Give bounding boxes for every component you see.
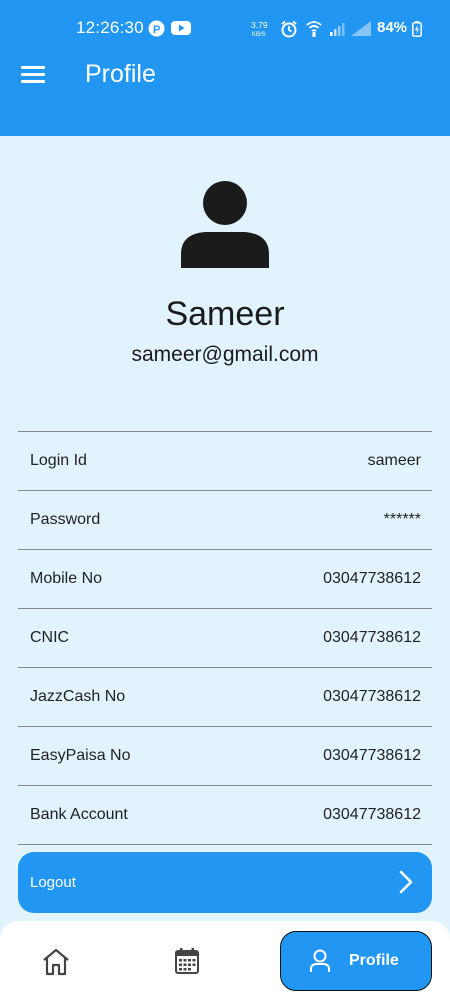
profile-details-list: Login Id sameer Password ****** Mobile N… <box>18 431 432 845</box>
person-icon <box>310 949 330 972</box>
net-speed-unit: KB/S <box>252 32 266 38</box>
svg-text:P: P <box>153 24 160 36</box>
detail-value: ****** <box>383 511 421 528</box>
menu-icon[interactable] <box>21 66 45 86</box>
user-name: Sameer <box>165 295 285 333</box>
bottom-navigation: Profile <box>0 921 450 1000</box>
detail-row-cnic: CNIC 03047738612 <box>18 609 432 668</box>
wifi-icon <box>306 21 322 37</box>
detail-value: 03047738612 <box>323 688 421 705</box>
detail-label: Bank Account <box>30 806 128 823</box>
detail-row-login-id: Login Id sameer <box>18 432 432 491</box>
detail-label: EasyPaisa No <box>30 747 131 764</box>
detail-row-jazzcash: JazzCash No 03047738612 <box>18 668 432 727</box>
detail-label: Password <box>30 511 101 528</box>
home-icon[interactable] <box>41 947 71 977</box>
nav-profile-tab[interactable]: Profile <box>280 931 432 991</box>
net-speed: 3.79 KB/S <box>251 20 268 38</box>
app-notification-icon: P <box>148 20 165 37</box>
detail-value: 03047738612 <box>323 747 421 764</box>
page-title: Profile <box>85 60 156 88</box>
battery-percent: 84% <box>377 19 408 36</box>
detail-row-mobile: Mobile No 03047738612 <box>18 550 432 609</box>
alarm-icon <box>281 20 297 38</box>
calendar-icon[interactable] <box>174 947 200 975</box>
logout-label: Logout <box>30 874 76 891</box>
person-icon <box>181 181 269 268</box>
status-time: 12:26:30 <box>76 18 144 37</box>
detail-row-password: Password ****** <box>18 491 432 550</box>
detail-value: 03047738612 <box>323 629 421 646</box>
battery-icon <box>412 21 422 37</box>
detail-label: Mobile No <box>30 570 103 587</box>
youtube-icon <box>171 21 191 35</box>
detail-label: JazzCash No <box>30 688 126 705</box>
detail-value: 03047738612 <box>323 806 421 823</box>
signal-2-icon <box>351 21 371 36</box>
nav-profile-label: Profile <box>349 952 399 969</box>
status-bar: 12:26:30 P 3.79 KB/S 84% <box>0 0 450 58</box>
detail-label: Login Id <box>30 452 87 469</box>
logout-button[interactable]: Logout <box>18 852 432 913</box>
chevron-right-icon <box>399 870 413 894</box>
detail-row-easypaisa: EasyPaisa No 03047738612 <box>18 727 432 786</box>
detail-label: CNIC <box>30 629 70 646</box>
detail-value: 03047738612 <box>323 570 421 587</box>
signal-icon <box>330 23 345 36</box>
net-speed-value: 3.79 <box>251 20 268 30</box>
detail-value: sameer <box>367 452 421 469</box>
user-email: sameer@gmail.com <box>131 343 319 366</box>
top-bar: 12:26:30 P 3.79 KB/S 84% Profile <box>0 0 450 136</box>
detail-row-bank-account: Bank Account 03047738612 <box>18 786 432 845</box>
